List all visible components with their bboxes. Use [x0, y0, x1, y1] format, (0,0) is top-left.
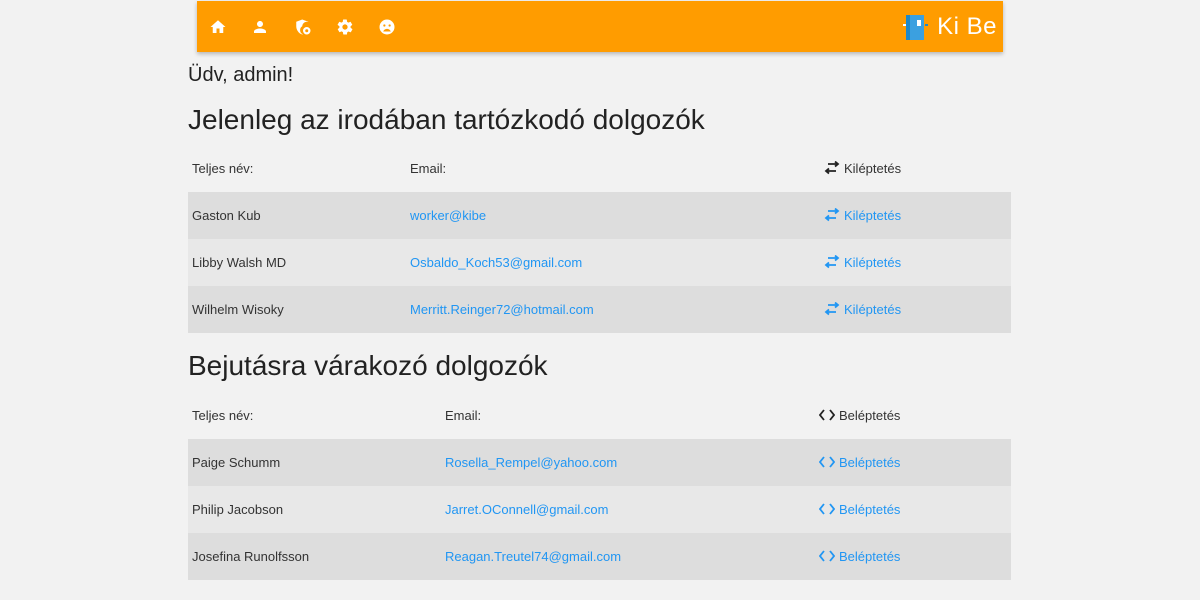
- swap-arrows-icon: [824, 254, 840, 269]
- waiting-workers-table: Teljes név: Email: Beléptetés Paige Schu…: [188, 392, 1011, 580]
- code-brackets-icon: [818, 408, 836, 422]
- checkout-button[interactable]: Kiléptetés: [824, 207, 902, 223]
- worker-email-link[interactable]: Merritt.Reinger72@hotmail.com: [410, 302, 594, 317]
- name-column-header: Teljes név:: [192, 161, 254, 176]
- top-navbar: Ki Be: [197, 1, 1003, 52]
- checkin-label: Beléptetés: [839, 549, 901, 564]
- code-brackets-icon: [818, 455, 836, 469]
- home-icon[interactable]: [207, 16, 229, 38]
- worker-email-link[interactable]: Osbaldo_Koch53@gmail.com: [410, 255, 582, 270]
- checkin-header-label: Beléptetés: [839, 408, 901, 423]
- person-icon[interactable]: [249, 16, 271, 38]
- sad-face-icon[interactable]: [376, 16, 398, 38]
- checkin-button[interactable]: Beléptetés: [818, 549, 901, 564]
- greeting-text: Üdv, admin!: [188, 64, 294, 86]
- name-column-header: Teljes név:: [192, 408, 254, 423]
- checkout-label: Kiléptetés: [844, 208, 902, 223]
- checkin-label: Beléptetés: [839, 502, 901, 517]
- email-column-header: Email:: [410, 161, 447, 176]
- worker-name: Philip Jacobson: [192, 502, 284, 517]
- checkout-header-label: Kiléptetés: [844, 161, 902, 176]
- checkout-label: Kiléptetés: [844, 255, 902, 270]
- table-row: Wilhelm Wisoky Merritt.Reinger72@hotmail…: [188, 286, 1011, 333]
- email-column-header: Email:: [445, 408, 482, 423]
- table-header-row: Teljes név: Email: Beléptetés: [188, 392, 1011, 439]
- worker-name: Josefina Runolfsson: [192, 549, 310, 564]
- checkin-column-header: Beléptetés: [815, 392, 1011, 439]
- admin-shield-icon[interactable]: [292, 16, 314, 38]
- worker-name: Gaston Kub: [192, 208, 261, 223]
- checkin-button[interactable]: Beléptetés: [818, 455, 901, 470]
- worker-email-link[interactable]: Reagan.Treutel74@gmail.com: [445, 549, 621, 564]
- worker-email-link[interactable]: Rosella_Rempel@yahoo.com: [445, 455, 617, 470]
- worker-email-link[interactable]: Jarret.OConnell@gmail.com: [445, 502, 608, 517]
- present-workers-title: Jelenleg az irodában tartózkodó dolgozók: [188, 104, 705, 135]
- table-row: Josefina Runolfsson Reagan.Treutel74@gma…: [188, 533, 1011, 580]
- swap-arrows-icon: [824, 160, 840, 175]
- door-logo-icon: [903, 15, 929, 40]
- brand[interactable]: Ki Be: [901, 11, 997, 43]
- checkin-label: Beléptetés: [839, 455, 901, 470]
- present-workers-table: Teljes név: Email: Kiléptetés Gaston Kub…: [188, 145, 1011, 333]
- worker-email-link[interactable]: worker@kibe: [410, 208, 486, 223]
- waiting-workers-title: Bejutásra várakozó dolgozók: [188, 350, 548, 381]
- brand-name: Ki Be: [937, 13, 997, 40]
- swap-arrows-icon: [824, 207, 840, 222]
- checkin-button[interactable]: Beléptetés: [818, 502, 901, 517]
- table-row: Paige Schumm Rosella_Rempel@yahoo.com Be…: [188, 439, 1011, 486]
- worker-name: Paige Schumm: [192, 455, 281, 470]
- swap-arrows-icon: [824, 301, 840, 316]
- table-row: Gaston Kub worker@kibe Kiléptetés: [188, 192, 1011, 239]
- table-row: Libby Walsh MD Osbaldo_Koch53@gmail.com …: [188, 239, 1011, 286]
- checkout-label: Kiléptetés: [844, 302, 902, 317]
- table-header-row: Teljes név: Email: Kiléptetés: [188, 145, 1011, 192]
- code-brackets-icon: [818, 502, 836, 516]
- worker-name: Wilhelm Wisoky: [192, 302, 284, 317]
- code-brackets-icon: [818, 549, 836, 563]
- gear-icon[interactable]: [334, 16, 356, 38]
- checkout-button[interactable]: Kiléptetés: [824, 301, 902, 317]
- table-row: Philip Jacobson Jarret.OConnell@gmail.co…: [188, 486, 1011, 533]
- checkout-column-header: Kiléptetés: [820, 145, 1011, 192]
- worker-name: Libby Walsh MD: [192, 255, 287, 270]
- checkout-button[interactable]: Kiléptetés: [824, 254, 902, 270]
